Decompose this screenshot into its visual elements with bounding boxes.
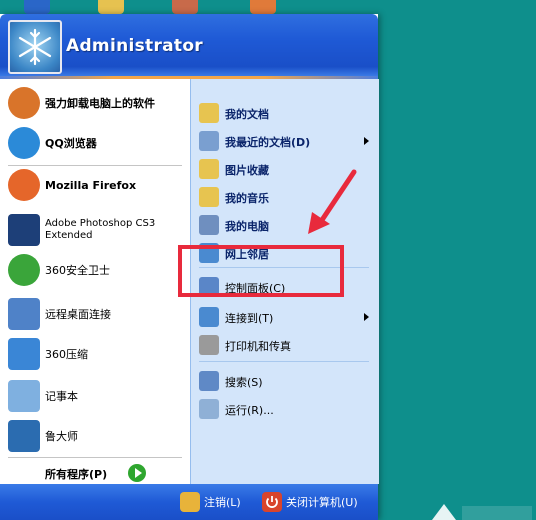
logoff-label: 注销(L)	[204, 496, 241, 509]
ludashi-icon	[8, 420, 40, 452]
recent-documents[interactable]: 我最近的文档(D)	[191, 127, 379, 155]
start-menu-footer: 注销(L) 关闭计算机(U)	[0, 484, 378, 520]
place-label: 我最近的文档(D)	[225, 136, 311, 149]
connect-icon	[199, 307, 219, 327]
my-documents[interactable]: 我的文档	[191, 99, 379, 127]
user-name: Administrator	[66, 36, 203, 56]
computer-icon	[199, 215, 219, 235]
360-safe-icon	[8, 254, 40, 286]
submenu-arrow-icon	[364, 313, 369, 321]
folder-docs-icon	[199, 103, 219, 123]
all-programs-button[interactable]: 所有程序(P)	[0, 461, 190, 485]
recent-360zip[interactable]: 360压缩	[0, 334, 190, 374]
places-separator-2	[199, 361, 369, 362]
photoshop-icon	[8, 214, 40, 246]
pinned-uninstaller[interactable]: 强力卸载电脑上的软件	[0, 83, 190, 123]
program-label: 360安全卫士	[45, 264, 110, 277]
desktop-icon-folder[interactable]	[98, 0, 124, 14]
all-programs-label: 所有程序(P)	[45, 468, 108, 481]
folder-pictures-icon	[199, 159, 219, 179]
run-icon	[199, 399, 219, 419]
program-label: 鲁大师	[45, 430, 78, 443]
program-label: Mozilla Firefox	[45, 178, 137, 192]
recent-docs-icon	[199, 131, 219, 151]
remote-desktop-icon	[8, 298, 40, 330]
place-label: 搜索(S)	[225, 376, 263, 389]
search-icon	[199, 371, 219, 391]
place-label: 连接到(T)	[225, 312, 274, 325]
program-label: 远程桌面连接	[45, 308, 111, 321]
program-label: 记事本	[45, 390, 78, 403]
360-zip-icon	[8, 338, 40, 370]
snowflake-icon	[18, 28, 52, 66]
firefox-icon	[8, 169, 40, 201]
recent-ludashi[interactable]: 鲁大师	[0, 416, 190, 456]
place-label: 我的音乐	[225, 192, 269, 205]
program-label: Adobe Photoshop CS3 Extended	[45, 218, 155, 242]
programs-pane: 强力卸载电脑上的软件 QQ浏览器 Mozilla Firefox Adobe Phot…	[0, 79, 190, 484]
desktop-icon-app[interactable]	[172, 0, 198, 14]
pinned-qqbrowser[interactable]: QQ浏览器	[0, 123, 190, 163]
place-label: 打印机和传真	[225, 340, 291, 353]
red-arrow-annotation	[308, 169, 357, 234]
submenu-arrow-icon	[364, 137, 369, 145]
power-icon	[262, 492, 282, 512]
recent-notepad[interactable]: 记事本	[0, 376, 190, 416]
recent-photoshop[interactable]: Adobe Photoshop CS3 Extended	[0, 210, 190, 250]
uninstall-icon	[8, 87, 40, 119]
place-label: 运行(R)...	[225, 404, 274, 417]
shutdown-button[interactable]: 关闭计算机(U)	[262, 491, 358, 513]
notepad-icon	[8, 380, 40, 412]
search[interactable]: 搜索(S)	[191, 367, 379, 395]
printer-icon	[199, 335, 219, 355]
start-menu-header: Administrator	[0, 14, 378, 76]
place-label: 我的文档	[225, 108, 269, 121]
highlight-box	[178, 245, 344, 297]
key-icon	[180, 492, 200, 512]
printers-faxes[interactable]: 打印机和传真	[191, 331, 379, 359]
all-programs-separator	[8, 457, 182, 458]
recent-360safe[interactable]: 360安全卫士	[0, 250, 190, 290]
watermark-logo	[432, 504, 532, 520]
desktop-icon-anime[interactable]	[250, 0, 276, 14]
green-arrow-icon	[128, 464, 146, 482]
logoff-button[interactable]: 注销(L)	[180, 491, 241, 513]
program-label: QQ浏览器	[45, 137, 97, 150]
program-label-line1: Adobe Photoshop CS3	[45, 218, 156, 229]
connect-to[interactable]: 连接到(T)	[191, 303, 379, 331]
folder-music-icon	[199, 187, 219, 207]
program-label-line2: Extended	[45, 230, 93, 241]
program-label: 强力卸载电脑上的软件	[45, 97, 155, 110]
qq-browser-icon	[8, 127, 40, 159]
shutdown-label: 关闭计算机(U)	[286, 496, 358, 509]
desktop-icon-star[interactable]	[24, 0, 50, 14]
user-avatar[interactable]	[8, 20, 62, 74]
place-label: 我的电脑	[225, 220, 269, 233]
recent-firefox[interactable]: Mozilla Firefox	[0, 165, 190, 205]
program-label: 360压缩	[45, 348, 88, 361]
run[interactable]: 运行(R)...	[191, 395, 379, 423]
recent-remote-desktop[interactable]: 远程桌面连接	[0, 294, 190, 334]
place-label: 图片收藏	[225, 164, 269, 177]
